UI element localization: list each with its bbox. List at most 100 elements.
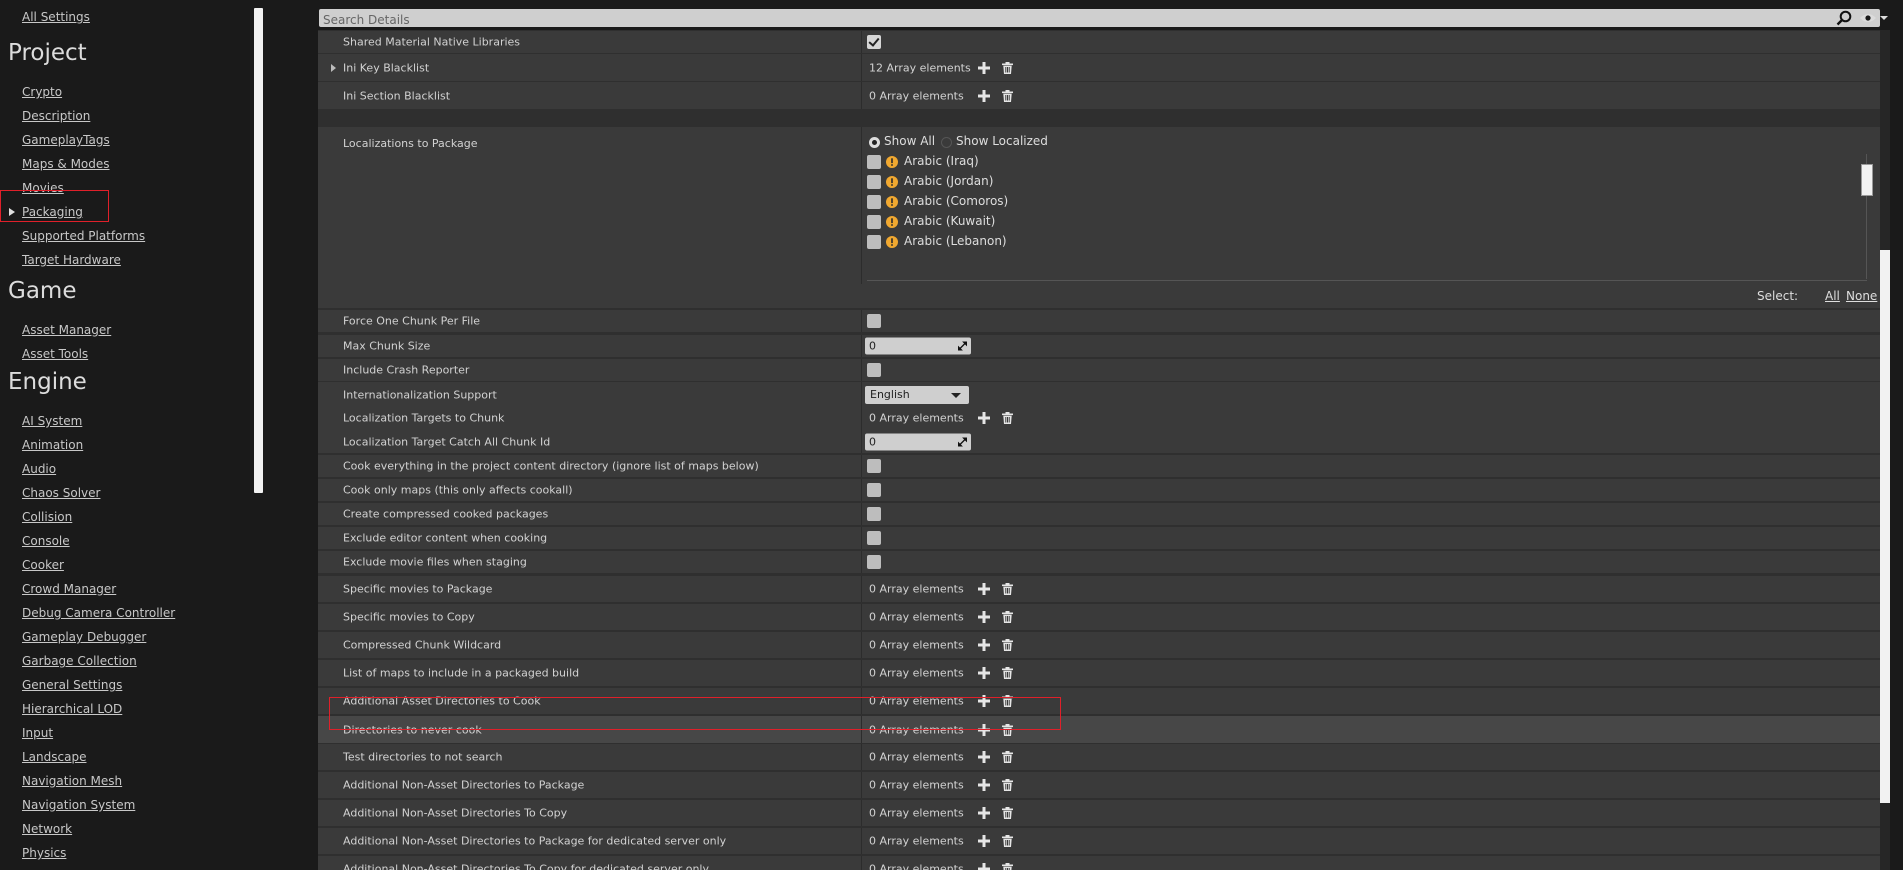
sidebar-item-chaos-solver[interactable]: Chaos Solver [22, 486, 100, 500]
column-splitter[interactable] [861, 359, 862, 381]
sidebar-item-input[interactable]: Input [22, 726, 53, 740]
plus-icon[interactable] [978, 863, 990, 870]
sidebar-item-supported-platforms[interactable]: Supported Platforms [22, 229, 145, 243]
language-item-arabic-kuwait[interactable]: Arabic (Kuwait) [867, 214, 1167, 230]
sidebar-item-maps-modes[interactable]: Maps & Modes [22, 157, 110, 171]
trash-icon[interactable] [1002, 61, 1013, 74]
trash-icon[interactable] [1002, 89, 1013, 102]
search-icon[interactable] [1836, 10, 1852, 26]
trash-icon[interactable] [1002, 667, 1013, 679]
column-splitter[interactable] [861, 800, 862, 826]
plus-icon[interactable] [978, 723, 990, 736]
all-settings-link[interactable]: All Settings [22, 10, 90, 24]
sidebar-item-asset-tools[interactable]: Asset Tools [22, 347, 88, 361]
show-all-radio[interactable] [869, 137, 880, 148]
plus-icon[interactable] [978, 639, 990, 651]
sidebar-item-console[interactable]: Console [22, 534, 70, 548]
plus-icon[interactable] [978, 583, 990, 595]
search-field[interactable] [319, 9, 1880, 29]
column-splitter[interactable] [861, 455, 862, 477]
language-item-arabic-iraq[interactable]: Arabic (Iraq) [867, 154, 1167, 170]
property-checkbox[interactable] [867, 363, 881, 377]
column-splitter[interactable] [861, 310, 862, 332]
language-checkbox[interactable] [867, 235, 881, 249]
spin-arrows-icon[interactable] [958, 437, 967, 447]
column-splitter[interactable] [861, 660, 862, 686]
column-splitter[interactable] [861, 335, 862, 357]
show-localized-label[interactable]: Show Localized [956, 134, 1048, 148]
property-checkbox[interactable] [867, 531, 881, 545]
column-splitter[interactable] [861, 632, 862, 658]
language-combo[interactable]: English [865, 386, 969, 404]
sidebar-item-crypto[interactable]: Crypto [22, 85, 62, 99]
trash-icon[interactable] [1002, 723, 1013, 736]
property-checkbox[interactable] [867, 459, 881, 473]
column-splitter[interactable] [861, 503, 862, 525]
sidebar-item-network[interactable]: Network [22, 822, 72, 836]
column-splitter[interactable] [861, 716, 862, 743]
language-item-arabic-jordan[interactable]: Arabic (Jordan) [867, 174, 1167, 190]
trash-icon[interactable] [1002, 639, 1013, 651]
language-item-arabic-lebanon[interactable]: Arabic (Lebanon) [867, 234, 1167, 250]
trash-icon[interactable] [1002, 695, 1013, 707]
language-item-arabic-comoros[interactable]: Arabic (Comoros) [867, 194, 1167, 210]
plus-icon[interactable] [978, 779, 990, 791]
column-splitter[interactable] [861, 431, 862, 453]
sidebar-item-cooker[interactable]: Cooker [22, 558, 64, 572]
select-none-link[interactable]: None [1846, 289, 1877, 303]
sidebar-item-description[interactable]: Description [22, 109, 90, 123]
plus-icon[interactable] [978, 835, 990, 847]
sidebar-item-navigation-mesh[interactable]: Navigation Mesh [22, 774, 122, 788]
expand-arrow-icon[interactable] [331, 63, 336, 72]
eye-icon[interactable] [1859, 11, 1889, 25]
sidebar-item-packaging[interactable]: Packaging [22, 205, 83, 219]
plus-icon[interactable] [978, 61, 990, 74]
column-splitter[interactable] [861, 479, 862, 501]
property-checkbox[interactable] [867, 35, 881, 49]
column-splitter[interactable] [861, 82, 862, 109]
sidebar-item-target-hardware[interactable]: Target Hardware [22, 253, 121, 267]
sidebar-item-landscape[interactable]: Landscape [22, 750, 86, 764]
language-list-scrollbar[interactable] [1861, 164, 1873, 196]
trash-icon[interactable] [1002, 835, 1013, 847]
sidebar-item-crowd-manager[interactable]: Crowd Manager [22, 582, 116, 596]
language-checkbox[interactable] [867, 175, 881, 189]
property-checkbox[interactable] [867, 555, 881, 569]
search-input[interactable] [319, 11, 1880, 29]
sidebar-item-hierarchical-lod[interactable]: Hierarchical LOD [22, 702, 122, 716]
details-scrollbar[interactable] [1880, 250, 1890, 803]
sidebar-item-gameplaytags[interactable]: GameplayTags [22, 133, 110, 147]
trash-icon[interactable] [1002, 583, 1013, 595]
column-splitter[interactable] [861, 772, 862, 798]
column-splitter[interactable] [861, 527, 862, 549]
trash-icon[interactable] [1002, 779, 1013, 791]
property-checkbox[interactable] [867, 507, 881, 521]
column-splitter[interactable] [861, 604, 862, 630]
sidebar-item-audio[interactable]: Audio [22, 462, 56, 476]
sidebar-item-garbage-collection[interactable]: Garbage Collection [22, 654, 137, 668]
language-checkbox[interactable] [867, 215, 881, 229]
select-all-link[interactable]: All [1825, 289, 1840, 303]
trash-icon[interactable] [1002, 412, 1013, 424]
number-input[interactable]: 0 [865, 337, 971, 355]
number-input[interactable]: 0 [865, 433, 971, 451]
column-splitter[interactable] [861, 688, 862, 714]
sidebar-scrollbar[interactable] [254, 8, 263, 493]
spin-arrows-icon[interactable] [958, 341, 967, 351]
language-checkbox[interactable] [867, 155, 881, 169]
plus-icon[interactable] [978, 412, 990, 424]
sidebar-item-general-settings[interactable]: General Settings [22, 678, 122, 692]
property-checkbox[interactable] [867, 314, 881, 328]
column-splitter[interactable] [861, 31, 862, 53]
column-splitter[interactable] [861, 828, 862, 854]
column-splitter[interactable] [861, 576, 862, 602]
language-checkbox[interactable] [867, 195, 881, 209]
column-splitter[interactable] [861, 856, 862, 870]
sidebar-item-asset-manager[interactable]: Asset Manager [22, 323, 111, 337]
column-splitter[interactable] [861, 744, 862, 770]
sidebar-item-gameplay-debugger[interactable]: Gameplay Debugger [22, 630, 146, 644]
sidebar-item-animation[interactable]: Animation [22, 438, 83, 452]
sidebar-item-ai-system[interactable]: AI System [22, 414, 82, 428]
show-all-label[interactable]: Show All [884, 134, 935, 148]
plus-icon[interactable] [978, 89, 990, 102]
